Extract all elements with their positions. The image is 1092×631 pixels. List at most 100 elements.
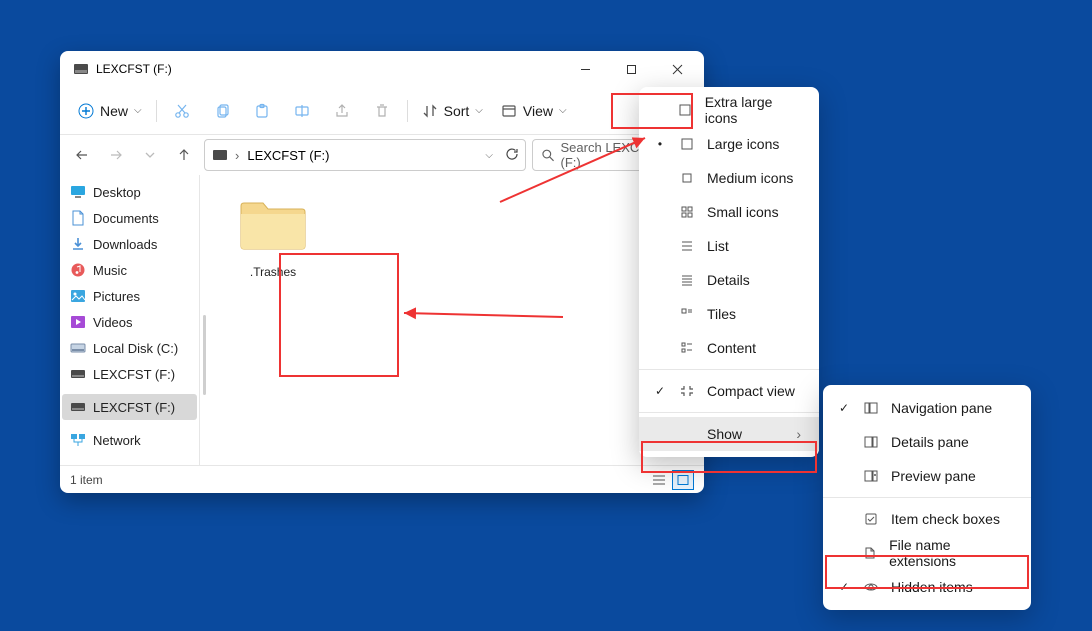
sidebar-item-label: LEXCFST (F:) xyxy=(93,400,175,415)
sidebar-item-label: LEXCFST (F:) xyxy=(93,367,175,382)
layout-icon xyxy=(678,103,693,117)
show-option-file-name-extensions[interactable]: File name extensions xyxy=(823,536,1031,570)
show-option-item-check-boxes[interactable]: Item check boxes xyxy=(823,502,1031,536)
sidebar-item-label: Network xyxy=(93,433,141,448)
body: Desktop Documents Downloads Music Pictures Vi… xyxy=(60,175,704,465)
menu-item-label: Show xyxy=(707,426,742,442)
sidebar-item-pictures[interactable]: Pictures xyxy=(60,283,199,309)
show-option-hidden-items[interactable]: ✓Hidden items xyxy=(823,570,1031,604)
menu-item-label: File name extensions xyxy=(889,537,1013,569)
menu-item-label: Navigation pane xyxy=(891,400,992,416)
sidebar-item-videos[interactable]: Videos xyxy=(60,309,199,335)
search-icon xyxy=(541,148,555,162)
sidebar-item-network[interactable]: Network xyxy=(60,427,199,453)
pane-icon xyxy=(863,469,879,483)
sidebar-item-label: Local Disk (C:) xyxy=(93,341,178,356)
share-button[interactable] xyxy=(323,93,361,129)
separator xyxy=(407,100,408,122)
view-option-small-icons[interactable]: Small icons xyxy=(639,195,819,229)
file-explorer-window: LEXCFST (F:) New ⌵ Sort ⌵ View ⌵ xyxy=(60,51,704,493)
copy-button[interactable] xyxy=(203,93,241,129)
sort-button[interactable]: Sort ⌵ xyxy=(414,93,491,129)
paste-button[interactable] xyxy=(243,93,281,129)
sidebar-item-local-disk-c-[interactable]: Local Disk (C:) xyxy=(60,335,199,361)
minimize-button[interactable] xyxy=(562,53,608,85)
view-option-medium-icons[interactable]: Medium icons xyxy=(639,161,819,195)
view-option-extra-large-icons[interactable]: Extra large icons xyxy=(639,93,819,127)
folder-icon xyxy=(236,194,310,259)
compact-view-option[interactable]: ✓Compact view xyxy=(639,374,819,408)
maximize-button[interactable] xyxy=(608,53,654,85)
view-option-tiles[interactable]: Tiles xyxy=(639,297,819,331)
sidebar: Desktop Documents Downloads Music Pictures Vi… xyxy=(60,175,200,465)
view-option-content[interactable]: Content xyxy=(639,331,819,365)
sidebar-item-label: Pictures xyxy=(93,289,140,304)
chevron-down-icon: ⌵ xyxy=(134,105,142,116)
breadcrumb-chevron[interactable]: › xyxy=(235,148,239,163)
sidebar-item-lexcfst-f-[interactable]: LEXCFST (F:) xyxy=(60,361,199,387)
cut-button[interactable] xyxy=(163,93,201,129)
option-icon xyxy=(863,580,879,594)
check-icon: ✓ xyxy=(837,401,851,415)
show-submenu-item[interactable]: Show› xyxy=(639,417,819,451)
details-view-button[interactable] xyxy=(648,470,670,490)
sidebar-item-label: Videos xyxy=(93,315,133,330)
menu-item-label: Hidden items xyxy=(891,579,973,595)
menu-item-label: Preview pane xyxy=(891,468,976,484)
icons-view-button[interactable] xyxy=(672,470,694,490)
layout-icon xyxy=(679,273,695,287)
new-button[interactable]: New ⌵ xyxy=(70,93,150,129)
back-button[interactable] xyxy=(68,141,96,169)
content-pane[interactable]: .Trashes xyxy=(206,175,704,465)
view-option-details[interactable]: Details xyxy=(639,263,819,297)
recent-button[interactable] xyxy=(136,141,164,169)
sidebar-item-desktop[interactable]: Desktop xyxy=(60,179,199,205)
drive-icon xyxy=(213,150,227,160)
disk-icon xyxy=(70,341,86,355)
drive-icon xyxy=(70,367,86,381)
view-option-list[interactable]: List xyxy=(639,229,819,263)
separator xyxy=(639,412,819,413)
menu-item-label: Details xyxy=(707,272,750,288)
toolbar: New ⌵ Sort ⌵ View ⌵ xyxy=(60,87,704,135)
option-icon xyxy=(863,512,879,526)
sidebar-item-downloads[interactable]: Downloads xyxy=(60,231,199,257)
sidebar-item-label: Desktop xyxy=(93,185,141,200)
close-button[interactable] xyxy=(654,53,700,85)
show-option-details-pane[interactable]: Details pane xyxy=(823,425,1031,459)
address-dropdown[interactable]: ⌵ xyxy=(481,150,497,161)
layout-icon xyxy=(679,205,695,219)
breadcrumb-path[interactable]: LEXCFST (F:) xyxy=(247,148,329,163)
sidebar-item-lexcfst-f-[interactable]: LEXCFST (F:) xyxy=(62,394,197,420)
forward-button[interactable] xyxy=(102,141,130,169)
menu-item-label: Item check boxes xyxy=(891,511,1000,527)
menu-item-label: Details pane xyxy=(891,434,969,450)
option-icon xyxy=(862,546,877,560)
sidebar-item-label: Downloads xyxy=(93,237,157,252)
separator xyxy=(823,497,1031,498)
sidebar-item-documents[interactable]: Documents xyxy=(60,205,199,231)
show-option-navigation-pane[interactable]: ✓ Navigation pane xyxy=(823,391,1031,425)
item-count: 1 item xyxy=(70,473,103,487)
menu-item-label: Extra large icons xyxy=(705,94,801,126)
view-option-large-icons[interactable]: •Large icons xyxy=(639,127,819,161)
sidebar-item-music[interactable]: Music xyxy=(60,257,199,283)
window-title: LEXCFST (F:) xyxy=(96,62,562,76)
sort-label: Sort xyxy=(444,103,470,119)
view-button[interactable]: View ⌵ xyxy=(493,93,575,129)
document-icon xyxy=(70,211,86,225)
delete-button[interactable] xyxy=(363,93,401,129)
menu-item-label: Small icons xyxy=(707,204,779,220)
rename-button[interactable] xyxy=(283,93,321,129)
layout-icon xyxy=(679,307,695,321)
folder-item[interactable]: .Trashes xyxy=(218,181,328,291)
new-label: New xyxy=(100,103,128,119)
refresh-button[interactable] xyxy=(505,147,519,164)
show-option-preview-pane[interactable]: Preview pane xyxy=(823,459,1031,493)
folder-name: .Trashes xyxy=(250,265,296,279)
network-icon xyxy=(70,433,86,447)
menu-item-label: Medium icons xyxy=(707,170,793,186)
drive-icon xyxy=(70,400,86,414)
address-bar[interactable]: › LEXCFST (F:) ⌵ xyxy=(204,139,526,171)
up-button[interactable] xyxy=(170,141,198,169)
